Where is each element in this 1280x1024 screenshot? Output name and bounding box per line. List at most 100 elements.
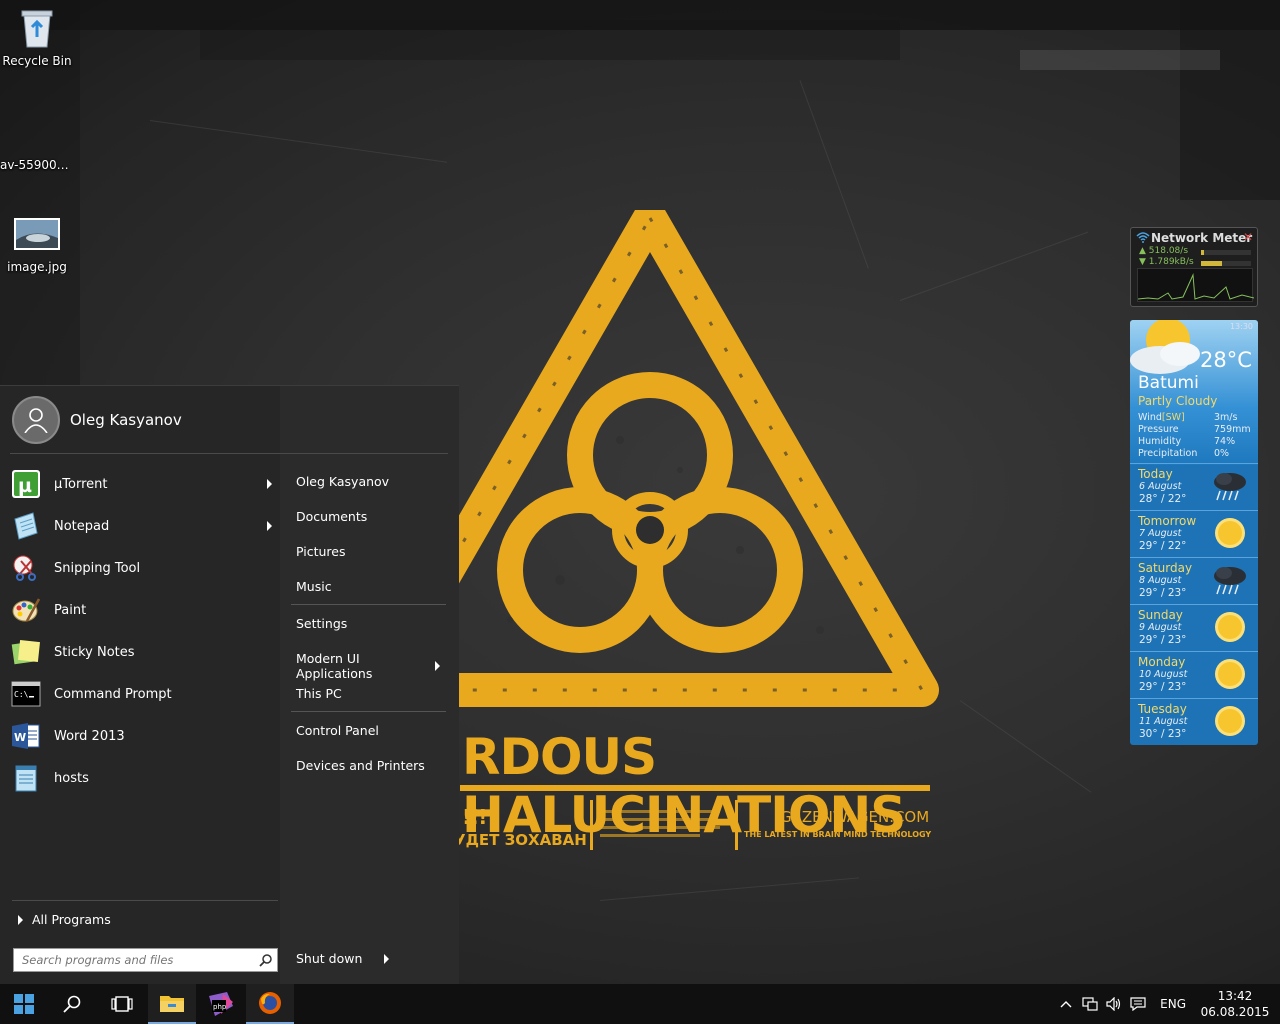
forecast-day: Tomorrow 7 August 29° / 22° — [1130, 510, 1258, 555]
system-tray: ENG 13:42 06.08.2015 — [1054, 984, 1280, 1024]
avatar[interactable] — [12, 396, 60, 444]
upload-bar — [1201, 250, 1251, 255]
place-devices-and-printers[interactable]: Devices and Printers — [296, 758, 446, 773]
wallpaper-grunge — [1180, 0, 1280, 200]
detail-key: Wind — [1138, 412, 1162, 423]
start-search[interactable] — [13, 948, 278, 972]
forecast-day: Today 6 August 28° / 22° — [1130, 463, 1258, 508]
taskbar-search-button[interactable] — [48, 984, 96, 1024]
place-oleg-kasyanov[interactable]: Oleg Kasyanov — [296, 474, 446, 489]
weather-condition: Partly Cloudy — [1138, 394, 1218, 408]
place-label: Music — [296, 579, 332, 594]
forecast-day: Sunday 9 August 29° / 23° — [1130, 604, 1258, 649]
language-indicator[interactable]: ENG — [1160, 997, 1186, 1011]
detail-value: 759mm — [1214, 424, 1251, 435]
chevron-right-icon[interactable] — [267, 521, 272, 531]
program-label: Sticky Notes — [54, 644, 135, 660]
chevron-right-icon[interactable] — [267, 479, 272, 489]
place-control-panel[interactable]: Control Panel — [296, 723, 446, 738]
desktop-icon-recycle-bin[interactable]: Recycle Bin — [0, 6, 74, 68]
chevron-up-icon[interactable] — [1054, 984, 1078, 1024]
forecast-day-name: Tomorrow — [1138, 514, 1197, 528]
program-command-prompt[interactable]: C:\ Command Prompt — [10, 675, 278, 713]
program-label: hosts — [54, 770, 89, 786]
firefox-button[interactable] — [246, 984, 294, 1024]
user-name: Oleg Kasyanov — [70, 411, 182, 429]
wallpaper-scratch — [959, 700, 1092, 793]
sun-icon — [1212, 516, 1248, 550]
svg-text:µ: µ — [18, 475, 32, 497]
task-view-icon — [111, 996, 133, 1012]
all-programs-button[interactable]: All Programs — [18, 912, 111, 927]
wallpaper-tagline: THE LATEST IN BRAIN MIND TECHNOLOGY — [744, 830, 932, 839]
upload-rate-value: 518.08/s — [1148, 246, 1189, 256]
program-torrent[interactable]: µ µTorrent — [10, 465, 278, 503]
place-this-pc[interactable]: This PC — [296, 686, 446, 701]
place-settings[interactable]: Settings — [296, 616, 446, 631]
program-label: Command Prompt — [54, 686, 172, 702]
place-label: Control Panel — [296, 723, 379, 738]
volume-icon[interactable] — [1102, 984, 1126, 1024]
taskbar-clock[interactable]: 13:42 06.08.2015 — [1200, 988, 1270, 1020]
desktop-icon-label: image.jpg — [7, 260, 67, 274]
place-label: Devices and Printers — [296, 758, 425, 773]
close-icon[interactable]: ✕ — [1243, 230, 1253, 244]
paint-icon — [10, 594, 42, 626]
search-icon[interactable] — [253, 953, 277, 967]
network-meter-widget[interactable]: Network Meter ✕ ▲ 518.08/s ▼ 1.789kB/s — [1130, 227, 1258, 307]
place-music[interactable]: Music — [296, 579, 446, 594]
place-documents[interactable]: Documents — [296, 509, 446, 524]
desktop-icon-image[interactable]: image.jpg — [0, 212, 74, 274]
chevron-right-icon[interactable] — [435, 661, 440, 671]
forecast-day: Monday 10 August 29° / 23° — [1130, 651, 1258, 696]
program-sticky-notes[interactable]: Sticky Notes — [10, 633, 278, 671]
user-account[interactable]: Oleg Kasyanov — [12, 396, 182, 444]
snipping-tool-icon — [10, 552, 42, 584]
search-input[interactable] — [22, 953, 253, 967]
upload-rate: ▲ 518.08/s — [1139, 246, 1189, 256]
program-word-2013[interactable]: W Word 2013 — [10, 717, 278, 755]
program-hosts[interactable]: hosts — [10, 759, 278, 797]
chevron-right-icon[interactable] — [384, 953, 390, 964]
forecast-date: 8 August — [1139, 575, 1182, 586]
action-center-icon[interactable] — [1126, 984, 1150, 1024]
place-modern-ui-applications[interactable]: Modern UI Applications — [296, 651, 446, 681]
wallpaper-headline: RDOUS HALUCINATIONS — [462, 728, 906, 844]
phpstorm-icon: php — [209, 992, 233, 1016]
image-file-icon — [13, 212, 61, 256]
partly-cloudy-icon — [1130, 320, 1200, 374]
wallpaper-exclaim: !!! — [462, 805, 487, 829]
wallpaper-grunge — [1020, 50, 1220, 70]
desktop-icon-label: av-559006-... — [0, 158, 74, 172]
program-label: µTorrent — [54, 476, 108, 492]
program-snipping-tool[interactable]: Snipping Tool — [10, 549, 278, 587]
wallpaper-scratch — [149, 120, 448, 163]
forecast-temps: 28° / 22° — [1139, 493, 1187, 505]
shutdown-button[interactable]: Shut down — [296, 951, 390, 966]
detail-key: Pressure — [1138, 424, 1179, 435]
weather-time: 13:30 — [1229, 322, 1253, 331]
wallpaper-grunge — [200, 20, 900, 60]
notepad-file-icon — [10, 762, 42, 794]
weather-widget[interactable]: 13:30 28°C Batumi Partly Cloudy Wind[SW]… — [1130, 320, 1258, 745]
wallpaper-slogan: УДЕТ ЗОХАВАН — [454, 831, 587, 849]
command-prompt-icon: C:\ — [10, 678, 42, 710]
wallpaper-scratch — [599, 877, 860, 901]
file-explorer-button[interactable] — [148, 984, 196, 1024]
place-pictures[interactable]: Pictures — [296, 544, 446, 559]
desktop-icon-file[interactable]: av-559006-... — [0, 110, 74, 172]
phpstorm-button[interactable]: php — [196, 984, 244, 1024]
start-button[interactable] — [0, 984, 48, 1024]
task-view-button[interactable] — [98, 984, 146, 1024]
network-graph — [1137, 268, 1255, 302]
divider — [10, 453, 448, 454]
place-label: Oleg Kasyanov — [296, 474, 390, 489]
windows-logo-icon — [14, 994, 34, 1014]
word-icon: W — [10, 720, 42, 752]
clock-date: 06.08.2015 — [1200, 1005, 1270, 1019]
svg-text:php: php — [213, 1003, 227, 1011]
weather-detail-wind: Wind[SW] 3m/s — [1138, 412, 1252, 423]
program-notepad[interactable]: Notepad — [10, 507, 278, 545]
network-icon[interactable] — [1078, 984, 1102, 1024]
program-paint[interactable]: Paint — [10, 591, 278, 629]
